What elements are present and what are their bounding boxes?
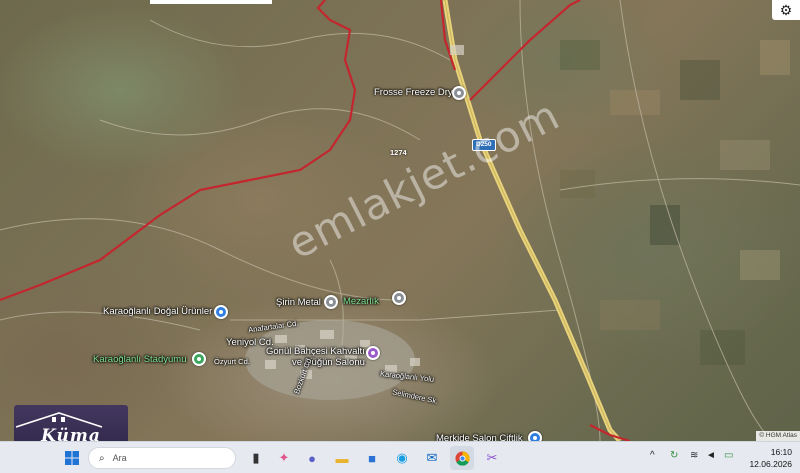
- label-sirin: Şirin Metal: [276, 297, 321, 308]
- road-number: 1274: [390, 148, 407, 157]
- folder-icon[interactable]: ▬: [330, 446, 354, 470]
- label-dogal: Karaoğlanlı Doğal Ürünler: [103, 306, 213, 317]
- search-icon: ⌕: [99, 452, 105, 464]
- place-pin-frosse[interactable]: [452, 86, 466, 100]
- clock[interactable]: 16:10 12.06.2026: [749, 446, 792, 470]
- chevron-up-icon[interactable]: ^: [650, 450, 655, 461]
- label-frosse: Frosse Freeze Dry: [374, 87, 453, 98]
- venue-pin[interactable]: [366, 346, 380, 360]
- search-input[interactable]: ⌕ Ara: [88, 447, 236, 469]
- volume-icon[interactable]: ◄: [706, 450, 716, 461]
- label-bottom: Merkide Salon Çiftlik: [436, 433, 523, 441]
- teams-icon[interactable]: ●: [300, 446, 324, 470]
- clock-time: 16:10: [770, 447, 792, 457]
- map-attribution: © HGM Atlas: [756, 431, 800, 441]
- file-icon[interactable]: ▮: [244, 446, 268, 470]
- clock-date: 12.06.2026: [749, 459, 792, 469]
- label-gonul-1: Gönül Bahçesi Kahvaltı: [266, 346, 365, 357]
- agency-logo: Küma: [14, 405, 128, 441]
- wifi-icon[interactable]: ≋: [690, 450, 698, 461]
- label-ozyurt: Özyurt Cd.: [214, 357, 250, 366]
- label-mezarlik: Mezarlık: [343, 296, 379, 307]
- field-patches: [560, 40, 790, 365]
- mail-icon[interactable]: ✉: [420, 446, 444, 470]
- cemetery-pin[interactable]: [392, 291, 406, 305]
- search-placeholder: Ara: [112, 453, 127, 463]
- shop-pin[interactable]: [214, 305, 228, 319]
- store-icon[interactable]: ■: [360, 446, 384, 470]
- taskbar: ⌕ Ara ▮ ✦ ● ▬ ■ ◉ ✉ ✂ ^ ↻ ≋ ◄ ▭ 16:10 12…: [0, 441, 800, 473]
- battery-icon[interactable]: ▭: [724, 450, 733, 461]
- stadium-pin[interactable]: [192, 352, 206, 366]
- house-roof-icon: [15, 412, 103, 428]
- copilot-icon[interactable]: ✦: [272, 446, 296, 470]
- label-stadyum: Karaoğlanlı Stadyumu: [93, 354, 187, 365]
- road-shield: D250: [472, 139, 496, 151]
- place-pin-sirin[interactable]: [324, 295, 338, 309]
- snip-icon[interactable]: ✂: [480, 446, 504, 470]
- sync-icon[interactable]: ↻: [670, 450, 678, 461]
- map-view[interactable]: Frosse Freeze Dry D250 1274 Şirin Metal …: [0, 0, 800, 441]
- chrome-icon[interactable]: [450, 446, 474, 470]
- windows-icon[interactable]: [60, 446, 84, 470]
- top-strip: [150, 0, 272, 4]
- gear-icon[interactable]: ⚙: [772, 0, 800, 20]
- bottom-pin[interactable]: [528, 431, 542, 441]
- edge-icon[interactable]: ◉: [390, 446, 414, 470]
